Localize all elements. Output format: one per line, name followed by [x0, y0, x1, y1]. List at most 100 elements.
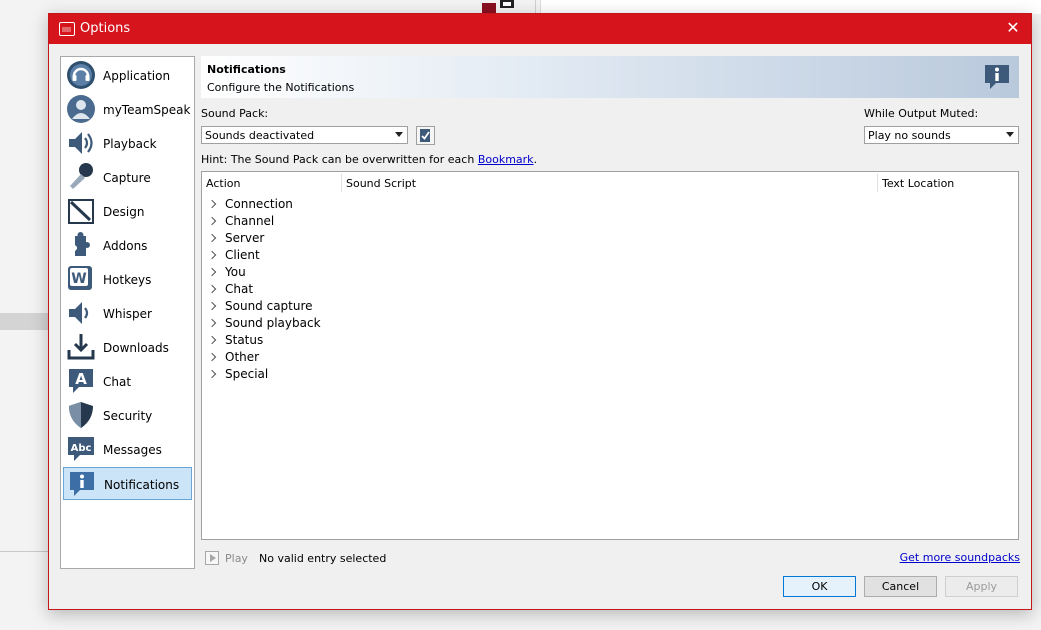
- sidebar-item-label: Hotkeys: [103, 273, 152, 287]
- tree-row-label: Server: [225, 231, 265, 245]
- bookmark-link[interactable]: Bookmark: [478, 153, 534, 166]
- speaker-icon: [69, 132, 93, 154]
- background-panel: [540, 0, 1041, 14]
- sidebar-item-playback[interactable]: Playback: [63, 127, 192, 160]
- chevron-right-icon: [207, 216, 217, 226]
- sidebar-item-label: Addons: [103, 239, 148, 253]
- svg-text:A: A: [75, 370, 87, 388]
- sidebar-item-design[interactable]: Design: [63, 195, 192, 228]
- sidebar-item-downloads[interactable]: Downloads: [63, 331, 192, 364]
- chevron-right-icon: [207, 250, 217, 260]
- ok-button[interactable]: OK: [783, 576, 856, 597]
- hint-text: Hint: The Sound Pack can be overwritten …: [201, 153, 478, 166]
- chat-icon: A: [69, 369, 93, 393]
- chevron-right-icon: [207, 284, 217, 294]
- tree-row[interactable]: Sound capture: [202, 298, 1018, 315]
- tree-row[interactable]: Special: [202, 366, 1018, 383]
- sidebar-item-myteamspeak[interactable]: myTeamSpeak: [63, 93, 192, 126]
- sidebar-item-label: Notifications: [104, 478, 180, 492]
- close-button[interactable]: ✕: [1001, 17, 1025, 41]
- output-muted-value: Play no sounds: [868, 129, 951, 142]
- apply-button[interactable]: Apply: [945, 576, 1018, 597]
- tree-row-label: Sound playback: [225, 316, 321, 330]
- whisper-icon: [69, 302, 89, 324]
- sidebar-item-chat[interactable]: A Chat: [63, 365, 192, 398]
- play-icon: [205, 551, 219, 565]
- sidebar-item-label: Whisper: [103, 307, 152, 321]
- sidebar-item-label: Playback: [103, 137, 157, 151]
- tree-row[interactable]: Client: [202, 247, 1018, 264]
- sidebar-item-hotkeys[interactable]: W Hotkeys: [63, 263, 192, 296]
- tree-row[interactable]: Sound playback: [202, 315, 1018, 332]
- sidebar-item-capture[interactable]: Capture: [63, 161, 192, 194]
- get-more-soundpacks-link[interactable]: Get more soundpacks: [900, 551, 1020, 564]
- sidebar-item-notifications[interactable]: Notifications: [63, 467, 192, 500]
- notifications-tree: Action Sound Script Text Location Connec…: [201, 171, 1019, 540]
- background-scroll-band: [0, 313, 50, 330]
- sound-pack-label: Sound Pack:: [201, 107, 269, 120]
- chevron-right-icon: [207, 233, 217, 243]
- options-sidebar: Application myTeamSpeak Playback Capture: [60, 56, 195, 569]
- output-muted-label: While Output Muted:: [864, 107, 979, 120]
- sidebar-item-label: Chat: [103, 375, 132, 389]
- tree-row-label: Status: [225, 333, 264, 347]
- output-muted-select[interactable]: Play no sounds: [864, 126, 1019, 144]
- design-icon: [68, 199, 94, 224]
- background-divider-line: [0, 551, 50, 552]
- cancel-button[interactable]: Cancel: [864, 576, 937, 597]
- tree-row[interactable]: Server: [202, 230, 1018, 247]
- sidebar-item-label: Messages: [103, 443, 162, 457]
- tree-row-label: Connection: [225, 197, 293, 211]
- puzzle-icon: [71, 232, 90, 256]
- info-icon: [985, 65, 1009, 89]
- sound-pack-hint: Hint: The Sound Pack can be overwritten …: [201, 153, 537, 166]
- hint-suffix: .: [533, 153, 538, 166]
- options-dialog: Options ✕ Application myTeamSpeak Playba…: [48, 13, 1032, 610]
- svg-text:Abc: Abc: [71, 443, 92, 454]
- sidebar-item-label: Application: [103, 69, 171, 83]
- messages-icon: Abc: [68, 437, 94, 461]
- sidebar-item-messages[interactable]: Abc Messages: [63, 433, 192, 466]
- tree-row[interactable]: Chat: [202, 281, 1018, 298]
- tree-row[interactable]: Status: [202, 332, 1018, 349]
- sound-pack-settings-button[interactable]: [416, 126, 435, 145]
- selection-status: No valid entry selected: [259, 552, 387, 565]
- column-divider: [341, 174, 342, 192]
- play-button[interactable]: Play: [205, 549, 250, 569]
- column-header-sound-script[interactable]: Sound Script: [346, 177, 416, 190]
- sidebar-item-application[interactable]: Application: [63, 59, 192, 92]
- tree-row[interactable]: Channel: [202, 213, 1018, 230]
- tree-row[interactable]: Other: [202, 349, 1018, 366]
- info-icon: [70, 472, 94, 496]
- tree-row[interactable]: Connection: [202, 196, 1018, 213]
- chevron-right-icon: [207, 369, 217, 379]
- tree-row-label: Client: [225, 248, 260, 262]
- tree-row-label: You: [225, 265, 246, 279]
- sidebar-item-addons[interactable]: Addons: [63, 229, 192, 262]
- column-header-text-location[interactable]: Text Location: [882, 177, 954, 190]
- title-bar: Options ✕: [49, 14, 1031, 44]
- headset-icon: [67, 61, 95, 89]
- window-title: Options: [80, 21, 131, 36]
- sidebar-item-label: Downloads: [103, 341, 169, 355]
- chevron-down-icon: [395, 132, 403, 137]
- chevron-right-icon: [207, 199, 217, 209]
- column-header-action[interactable]: Action: [206, 177, 240, 190]
- app-window-icon: [59, 22, 75, 36]
- tree-row-label: Special: [225, 367, 269, 381]
- tree-row-label: Sound capture: [225, 299, 313, 313]
- page-subtitle: Configure the Notifications: [207, 81, 355, 94]
- sidebar-item-whisper[interactable]: Whisper: [63, 297, 192, 330]
- background-divider: [535, 0, 536, 14]
- tree-row[interactable]: You: [202, 264, 1018, 281]
- sidebar-item-label: Design: [103, 205, 145, 219]
- page-header: Notifications Configure the Notification…: [201, 56, 1019, 98]
- chevron-right-icon: [207, 352, 217, 362]
- tree-row-label: Other: [225, 350, 260, 364]
- sound-pack-select[interactable]: Sounds deactivated: [201, 126, 408, 144]
- play-label: Play: [225, 552, 248, 565]
- column-divider: [877, 174, 878, 192]
- sound-pack-value: Sounds deactivated: [205, 129, 315, 142]
- tree-row-label: Chat: [225, 282, 254, 296]
- sidebar-item-security[interactable]: Security: [63, 399, 192, 432]
